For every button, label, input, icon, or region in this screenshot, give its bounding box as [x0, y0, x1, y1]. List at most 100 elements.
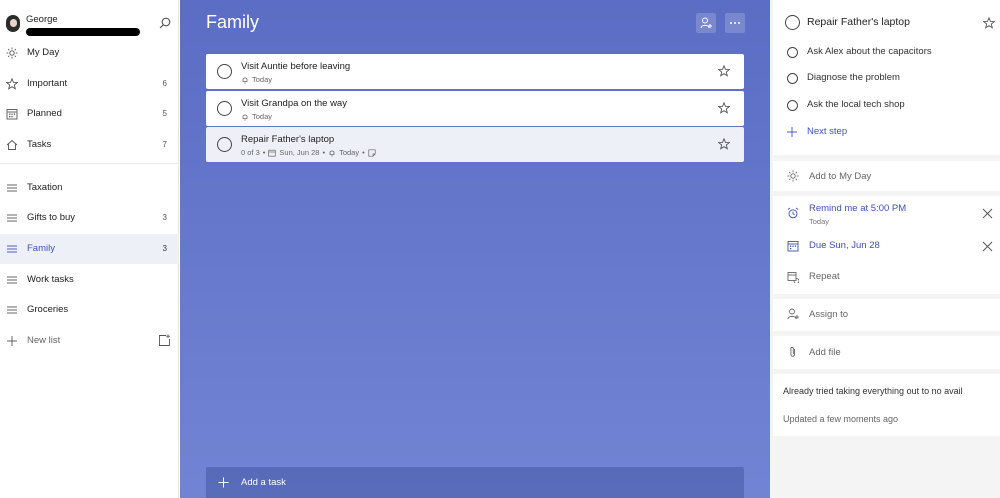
- step-item: Ask Alex about the capacitors: [773, 40, 1000, 66]
- detail-task-title[interactable]: Repair Father's laptop: [807, 16, 910, 28]
- calendar-icon: [268, 149, 277, 157]
- task-item[interactable]: Visit Grandpa on the way Today: [206, 91, 744, 126]
- star-icon[interactable]: [718, 138, 730, 150]
- plus-icon: [218, 477, 229, 488]
- task-item[interactable]: Repair Father's laptop 0 of 3 • Sun, Jun…: [206, 127, 744, 162]
- repeat-calendar-icon: [787, 272, 799, 283]
- search-icon: [159, 17, 171, 29]
- add-task-input[interactable]: Add a task: [206, 467, 744, 498]
- close-icon[interactable]: [982, 241, 993, 252]
- complete-checkbox[interactable]: [785, 15, 800, 30]
- assign-to-label: Assign to: [809, 309, 849, 320]
- list-icon: [7, 184, 17, 192]
- complete-checkbox[interactable]: [217, 101, 232, 116]
- star-icon[interactable]: [718, 102, 730, 114]
- list-icon: [7, 214, 17, 222]
- step-label[interactable]: Ask Alex about the capacitors: [807, 46, 932, 57]
- add-file-label: Add file: [809, 347, 841, 358]
- sidebar-item-label: Planned: [27, 108, 62, 119]
- task-detail-pane: Repair Father's laptop Ask Alex about th…: [770, 0, 1000, 498]
- sidebar: George My Day Important 6 Planned 5 Task…: [0, 0, 179, 498]
- list-icon: [7, 276, 17, 284]
- task-meta: Today: [241, 112, 272, 121]
- step-label[interactable]: Ask the local tech shop: [807, 99, 905, 110]
- item-count: 6: [162, 79, 167, 88]
- sidebar-divider: [0, 163, 179, 164]
- item-count: 3: [162, 244, 167, 253]
- avatar: [6, 15, 20, 32]
- sun-icon: [6, 47, 18, 59]
- add-to-my-day-button[interactable]: Add to My Day: [773, 161, 1000, 191]
- task-title: Repair Father's laptop: [241, 134, 335, 145]
- sidebar-item-label: Family: [27, 243, 55, 254]
- sidebar-item-tasks[interactable]: Tasks 7: [0, 130, 179, 160]
- share-button[interactable]: [696, 13, 716, 33]
- sidebar-item-family[interactable]: Family 3: [0, 234, 179, 264]
- add-file-button[interactable]: Add file: [773, 336, 1000, 369]
- step-checkbox[interactable]: [787, 47, 798, 58]
- user-name: George: [26, 14, 58, 25]
- assign-to-button[interactable]: Assign to: [773, 299, 1000, 331]
- star-icon[interactable]: [718, 65, 730, 77]
- step-label[interactable]: Diagnose the problem: [807, 72, 900, 83]
- sidebar-item-planned[interactable]: Planned 5: [0, 99, 179, 129]
- note-card[interactable]: [773, 374, 1000, 436]
- task-list-pane: Family Visit Auntie before leaving Today…: [180, 0, 770, 498]
- meta-separator: •: [262, 148, 266, 157]
- more-options-button[interactable]: [725, 13, 745, 33]
- add-task-placeholder: Add a task: [241, 477, 286, 488]
- next-step-button[interactable]: Next step: [773, 120, 1000, 146]
- list-icon: [7, 245, 17, 253]
- sidebar-item-work-tasks[interactable]: Work tasks: [0, 265, 179, 295]
- item-count: 3: [162, 213, 167, 222]
- new-group-button[interactable]: [158, 334, 171, 347]
- item-count: 5: [162, 109, 167, 118]
- reminder-label: Remind me at 5:00 PM: [809, 203, 907, 214]
- sidebar-item-groceries[interactable]: Groceries: [0, 295, 179, 325]
- meta-separator: •: [362, 148, 365, 157]
- sidebar-item-gifts-to-buy[interactable]: Gifts to buy 3: [0, 203, 179, 233]
- complete-checkbox[interactable]: [217, 64, 232, 79]
- bell-icon: [329, 150, 335, 156]
- add-to-my-day-card: Add to My Day: [773, 161, 1000, 191]
- sidebar-item-taxation[interactable]: Taxation: [0, 173, 179, 203]
- reminder-text: Today: [252, 112, 273, 121]
- star-icon[interactable]: [983, 17, 995, 29]
- step-checkbox[interactable]: [787, 73, 798, 84]
- repeat-label: Repeat: [809, 271, 840, 282]
- list-title[interactable]: Family: [206, 12, 259, 33]
- task-title: Visit Grandpa on the way: [241, 98, 347, 109]
- assign-card: Assign to: [773, 299, 1000, 331]
- repeat-button[interactable]: Repeat: [773, 263, 1000, 291]
- step-checkbox[interactable]: [787, 100, 798, 111]
- search-button[interactable]: [158, 16, 172, 30]
- add-to-my-day-label: Add to My Day: [809, 171, 872, 182]
- plus-icon: [787, 127, 797, 137]
- profile-header[interactable]: George: [0, 0, 179, 40]
- due-date-label: Due Sun, Jun 28: [809, 240, 880, 251]
- task-meta: Today: [241, 75, 272, 84]
- reminder-button[interactable]: Remind me at 5:00 PM Today: [773, 196, 1000, 230]
- close-icon[interactable]: [982, 208, 993, 219]
- new-list-row: New list: [0, 326, 179, 356]
- task-title: Visit Auntie before leaving: [241, 61, 351, 72]
- sidebar-item-label: Tasks: [27, 139, 52, 150]
- sidebar-item-important[interactable]: Important 6: [0, 69, 179, 99]
- new-list-button[interactable]: New list: [27, 335, 60, 346]
- calendar-icon: [787, 241, 799, 252]
- sidebar-item-my-day[interactable]: My Day: [0, 38, 179, 68]
- step-item: Ask the local tech shop: [773, 93, 1000, 119]
- plus-icon[interactable]: [6, 335, 18, 347]
- star-icon: [6, 78, 18, 90]
- due-date-button[interactable]: Due Sun, Jun 28: [773, 232, 1000, 260]
- detail-steps-card: Repair Father's laptop Ask Alex about th…: [773, 0, 1000, 155]
- home-icon: [6, 139, 18, 150]
- sidebar-item-label: Taxation: [27, 182, 63, 193]
- step-item: Diagnose the problem: [773, 66, 1000, 92]
- sidebar-item-label: My Day: [27, 47, 60, 58]
- task-item[interactable]: Visit Auntie before leaving Today: [206, 54, 744, 89]
- complete-checkbox[interactable]: [217, 137, 232, 152]
- meta-separator: •: [322, 148, 326, 157]
- person-add-icon: [700, 17, 712, 29]
- task-note[interactable]: Already tried taking everything out to n…: [783, 386, 963, 396]
